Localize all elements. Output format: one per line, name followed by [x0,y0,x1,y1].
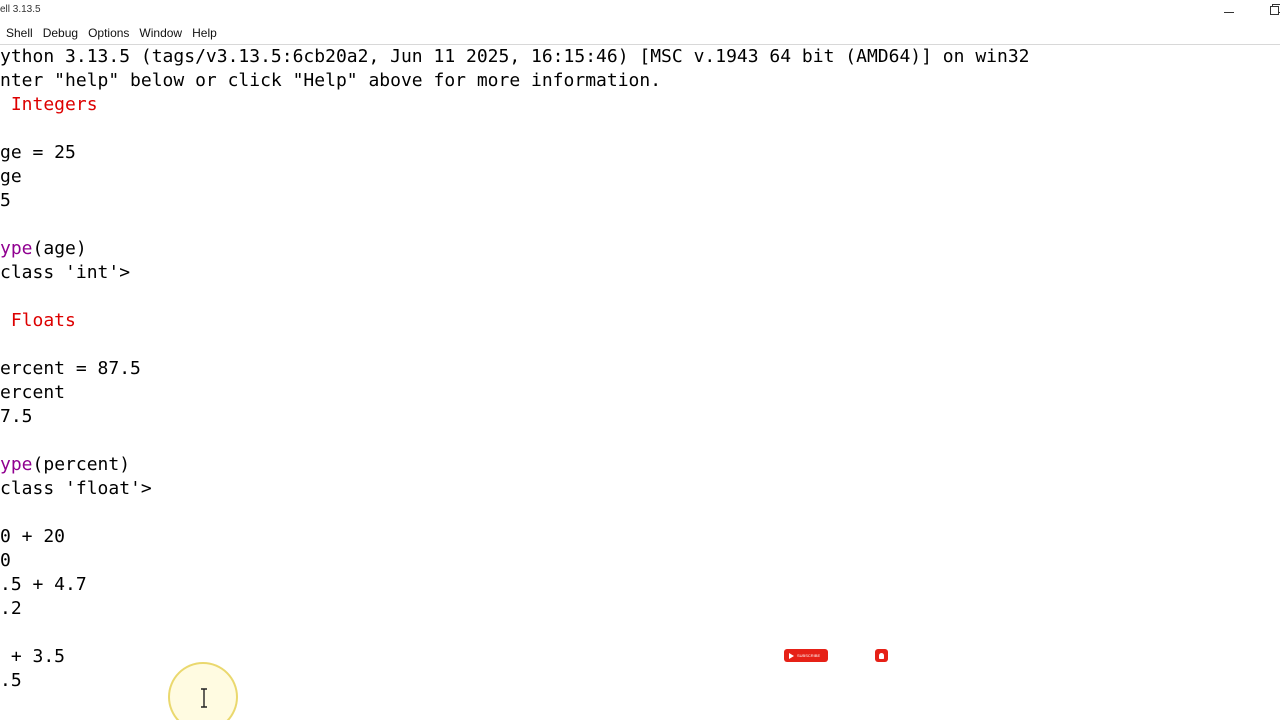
shell-line: class 'int'> [0,261,1030,285]
shell-line: ercent = 87.5 [0,357,1030,381]
notification-bell-button[interactable] [875,649,888,662]
code-text: 0 + 20 [0,526,66,547]
shell-line: Integers [0,93,1030,117]
menu-shell[interactable]: Shell [0,22,38,44]
menu-options[interactable]: Options [83,22,134,44]
comment-text: Integers [0,94,98,115]
menu-bar: Shell Debug Options Window Help [0,22,1280,44]
shell-line: ercent [0,381,1030,405]
builtin-token: ype [0,454,33,475]
bell-icon [879,652,884,659]
shell-line: 0 [0,549,1030,573]
output-text: 0 [0,550,11,571]
restore-button[interactable] [1260,0,1280,22]
code-text: ercent = 87.5 [0,358,141,379]
shell-lines: ython 3.13.5 (tags/v3.13.5:6cb20a2, Jun … [0,45,1030,693]
youtube-play-icon [789,652,794,659]
code-token: (percent) [32,454,131,475]
menu-help[interactable]: Help [187,22,222,44]
minimize-icon [1224,11,1234,13]
title-bar: ell 3.13.5 [0,0,1280,22]
minimize-button[interactable] [1214,0,1244,22]
shell-line: 5 [0,189,1030,213]
builtin-token: ype [0,238,33,259]
shell-line: .5 + 4.7 [0,573,1030,597]
shell-line: Floats [0,309,1030,333]
comment-text: Floats [0,310,76,331]
subscribe-button[interactable]: SUBSCRIBE [784,649,828,662]
code-text: + 3.5 [0,646,66,667]
output-text: .2 [0,598,22,619]
output-text: class 'int'> [0,262,131,283]
menu-window[interactable]: Window [134,22,187,44]
output-text: class 'float'> [0,478,152,499]
code-text: ge = 25 [0,142,76,163]
shell-line: .2 [0,597,1030,621]
output-text: .5 [0,670,22,691]
code-text: .5 + 4.7 [0,574,87,595]
banner-text: nter "help" below or click "Help" above … [0,70,662,91]
shell-line: .5 [0,669,1030,693]
menu-debug[interactable]: Debug [38,22,83,44]
subscribe-label: SUBSCRIBE [797,653,821,658]
code-text: ercent [0,382,66,403]
shell-text-area[interactable]: ython 3.13.5 (tags/v3.13.5:6cb20a2, Jun … [0,45,1280,720]
window-title: ell 3.13.5 [0,4,41,15]
text-cursor-icon [201,688,207,708]
shell-line: ype(percent) [0,453,1030,477]
output-text: 5 [0,190,11,211]
shell-line: ge = 25 [0,141,1030,165]
shell-line: 7.5 [0,405,1030,429]
output-text: 7.5 [0,406,33,427]
banner-text: ython 3.13.5 (tags/v3.13.5:6cb20a2, Jun … [0,46,1030,67]
shell-line: ge [0,165,1030,189]
shell-line: class 'float'> [0,477,1030,501]
shell-line: nter "help" below or click "Help" above … [0,69,1030,93]
code-token: (age) [32,238,87,259]
shell-line: ype(age) [0,237,1030,261]
code-text: ge [0,166,22,187]
shell-line: 0 + 20 [0,525,1030,549]
shell-line: ython 3.13.5 (tags/v3.13.5:6cb20a2, Jun … [0,45,1030,69]
